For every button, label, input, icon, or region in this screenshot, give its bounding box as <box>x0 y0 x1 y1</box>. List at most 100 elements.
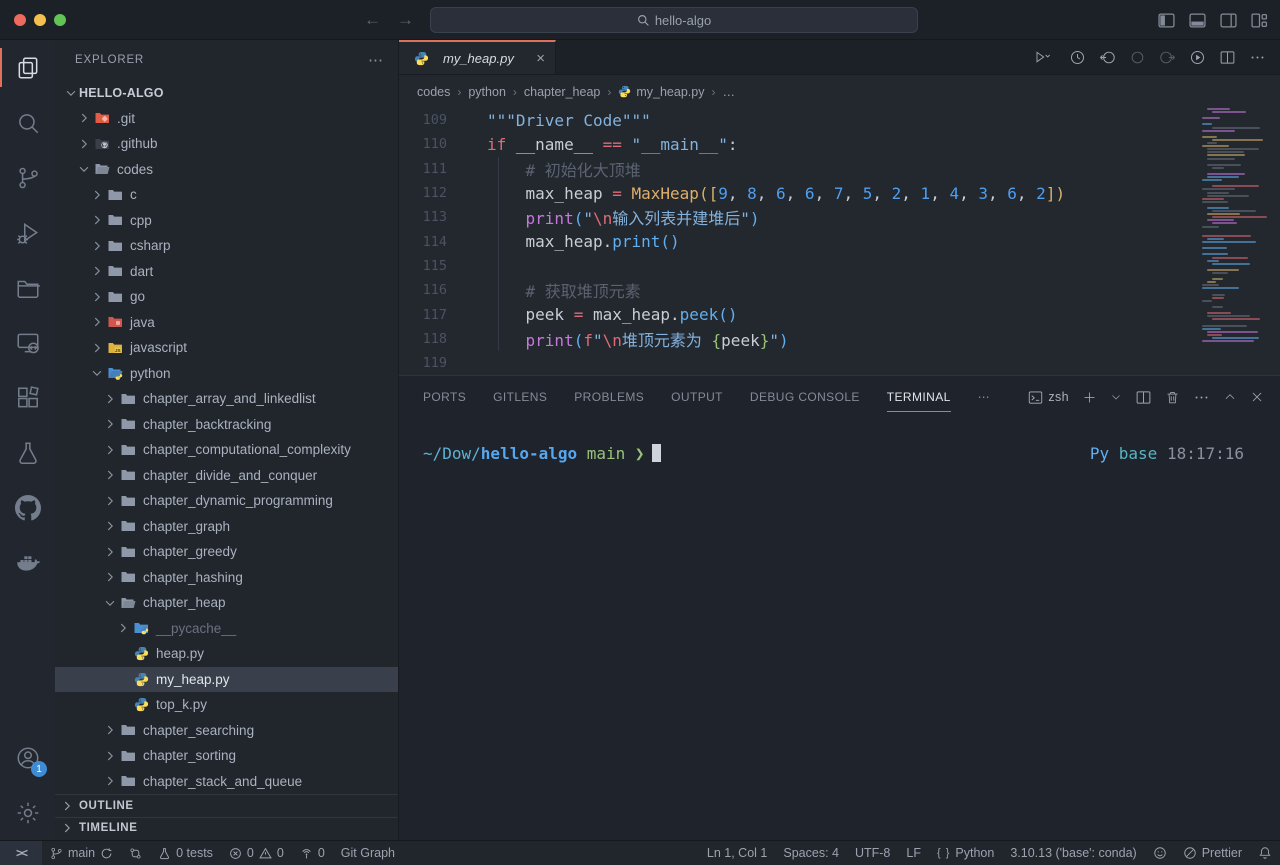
tree-item-my-heap-py[interactable]: my_heap.py <box>55 667 398 693</box>
panel-tab-ports[interactable]: PORTS <box>423 376 466 418</box>
tree-item-chapter-graph[interactable]: chapter_graph <box>55 514 398 540</box>
code-line-116[interactable]: 116 # 获取堆顶元素 <box>399 278 1280 302</box>
run-python-file-icon[interactable] <box>1026 49 1056 65</box>
code-line-114[interactable]: 114 max_heap.print() <box>399 229 1280 253</box>
shell-selector[interactable]: zsh <box>1028 390 1069 405</box>
status-notifications[interactable] <box>1250 841 1280 865</box>
minimize-window-button[interactable] <box>34 14 46 26</box>
toggle-secondary-sidebar-icon[interactable] <box>1220 12 1237 29</box>
activity-run-debug-icon[interactable] <box>0 205 55 260</box>
activity-extensions-icon[interactable] <box>0 370 55 425</box>
split-editor-icon[interactable] <box>1219 49 1236 66</box>
tree-item-top-k-py[interactable]: top_k.py <box>55 692 398 718</box>
tree-item-hello-algo[interactable]: HELLO-ALGO <box>55 80 398 106</box>
code-line-118[interactable]: 118 print(f"\n堆顶元素为 {peek}") <box>399 327 1280 351</box>
breadcrumb-item[interactable]: … <box>722 85 735 99</box>
tab-my-heap[interactable]: my_heap.py × <box>399 40 556 74</box>
panel-tab--[interactable]: ⋯ <box>978 376 990 418</box>
close-panel-icon[interactable] <box>1250 390 1264 404</box>
status-git-graph[interactable]: Git Graph <box>333 841 403 865</box>
terminal-content[interactable]: ~/Dow/hello-algo main ❯ Py base 18:17:16 <box>399 418 1280 463</box>
tree-item-cpp[interactable]: cpp <box>55 208 398 234</box>
status-language-mode[interactable]: { }Python <box>929 841 1002 865</box>
code-area[interactable]: 109"""Driver Code"""110if __name__ == "_… <box>399 108 1280 375</box>
breadcrumb-item[interactable]: codes <box>417 85 450 99</box>
breadcrumb-item[interactable]: python <box>468 85 506 99</box>
tree-item-c[interactable]: c <box>55 182 398 208</box>
panel-more-icon[interactable] <box>1193 389 1210 406</box>
status-git-compare[interactable] <box>121 841 150 865</box>
tree-item-chapter-divide-and-conquer[interactable]: chapter_divide_and_conquer <box>55 463 398 489</box>
tree-item-chapter-sorting[interactable]: chapter_sorting <box>55 743 398 769</box>
maximize-window-button[interactable] <box>54 14 66 26</box>
explorer-more-actions-icon[interactable]: ⋯ <box>368 51 384 69</box>
tree-item-chapter-greedy[interactable]: chapter_greedy <box>55 539 398 565</box>
next-diff-icon[interactable] <box>1159 49 1176 66</box>
activity-search-icon[interactable] <box>0 95 55 150</box>
tree-item-java[interactable]: java <box>55 310 398 336</box>
status-prettier[interactable]: Prettier <box>1175 841 1250 865</box>
panel-tab-debug-console[interactable]: DEBUG CONSOLE <box>750 376 860 418</box>
code-line-110[interactable]: 110if __name__ == "__main__": <box>399 132 1280 156</box>
tree-item-go[interactable]: go <box>55 284 398 310</box>
maximize-panel-icon[interactable] <box>1223 390 1237 404</box>
tree-item-chapter-searching[interactable]: chapter_searching <box>55 718 398 744</box>
tree-item--pycache-[interactable]: __pycache__ <box>55 616 398 642</box>
command-center-search[interactable]: hello-algo <box>430 7 918 33</box>
tree-item--github[interactable]: .github <box>55 131 398 157</box>
minimap[interactable] <box>1202 108 1272 358</box>
panel-tab-problems[interactable]: PROBLEMS <box>574 376 644 418</box>
tree-item-chapter-array-and-linkedlist[interactable]: chapter_array_and_linkedlist <box>55 386 398 412</box>
status-git-branch[interactable]: main <box>42 841 121 865</box>
tree-item-codes[interactable]: codes <box>55 157 398 183</box>
activity-testing-icon[interactable] <box>0 425 55 480</box>
status-indentation[interactable]: Spaces: 4 <box>775 841 847 865</box>
code-line-112[interactable]: 112 max_heap = MaxHeap([9, 8, 6, 6, 7, 5… <box>399 181 1280 205</box>
status-ports-status[interactable]: 0 <box>292 841 333 865</box>
breadcrumb-item[interactable]: chapter_heap <box>524 85 600 99</box>
navigate-forward-icon[interactable]: → <box>397 10 414 30</box>
tree-item-chapter-computational-complexity[interactable]: chapter_computational_complexity <box>55 437 398 463</box>
navigate-back-icon[interactable]: ← <box>364 10 381 30</box>
run-profile-icon[interactable] <box>1189 49 1206 66</box>
activity-remote-explorer-icon[interactable] <box>0 315 55 370</box>
panel-tab-terminal[interactable]: TERMINAL <box>887 376 951 418</box>
status-cursor-position[interactable]: Ln 1, Col 1 <box>699 841 775 865</box>
toggle-primary-sidebar-icon[interactable] <box>1158 12 1175 29</box>
customize-layout-icon[interactable] <box>1251 12 1268 29</box>
more-actions-icon[interactable] <box>1249 49 1266 66</box>
status-tests-status[interactable]: 0 tests <box>150 841 221 865</box>
activity-project-manager-icon[interactable] <box>0 260 55 315</box>
activity-docker-icon[interactable] <box>0 535 55 590</box>
panel-tab-gitlens[interactable]: GITLENS <box>493 376 547 418</box>
code-line-119[interactable]: 119 <box>399 351 1280 375</box>
tree-item-chapter-stack-and-queue[interactable]: chapter_stack_and_queue <box>55 769 398 795</box>
breadcrumb-item[interactable]: my_heap.py <box>618 85 704 99</box>
status-remote-indicator[interactable]: >< <box>0 841 42 865</box>
tree-item-chapter-hashing[interactable]: chapter_hashing <box>55 565 398 591</box>
tree-item-dart[interactable]: dart <box>55 259 398 285</box>
status-problems-status[interactable]: 00 <box>221 841 292 865</box>
tree-item-chapter-heap[interactable]: chapter_heap <box>55 590 398 616</box>
tree-item-chapter-dynamic-programming[interactable]: chapter_dynamic_programming <box>55 488 398 514</box>
status-feedback[interactable] <box>1145 841 1175 865</box>
activity-explorer-icon[interactable] <box>0 40 55 95</box>
previous-change-icon[interactable] <box>1099 49 1116 66</box>
code-line-117[interactable]: 117 peek = max_heap.peek() <box>399 302 1280 326</box>
section-timeline[interactable]: TIMELINE <box>55 817 398 840</box>
prev-diff-icon[interactable] <box>1129 49 1146 66</box>
activity-github-icon[interactable] <box>0 480 55 535</box>
new-terminal-icon[interactable] <box>1082 390 1097 405</box>
split-terminal-icon[interactable] <box>1135 389 1152 406</box>
code-line-115[interactable]: 115 <box>399 254 1280 278</box>
status-python-interpreter[interactable]: 3.10.13 ('base': conda) <box>1002 841 1144 865</box>
status-encoding[interactable]: UTF-8 <box>847 841 898 865</box>
tree-item-heap-py[interactable]: heap.py <box>55 641 398 667</box>
activity-settings-icon[interactable] <box>0 785 55 840</box>
activity-accounts-icon[interactable]: 1 <box>0 730 55 785</box>
tree-item--git[interactable]: .git <box>55 106 398 132</box>
tree-item-csharp[interactable]: csharp <box>55 233 398 259</box>
close-window-button[interactable] <box>14 14 26 26</box>
close-tab-icon[interactable]: × <box>536 50 545 67</box>
status-eol[interactable]: LF <box>898 841 929 865</box>
